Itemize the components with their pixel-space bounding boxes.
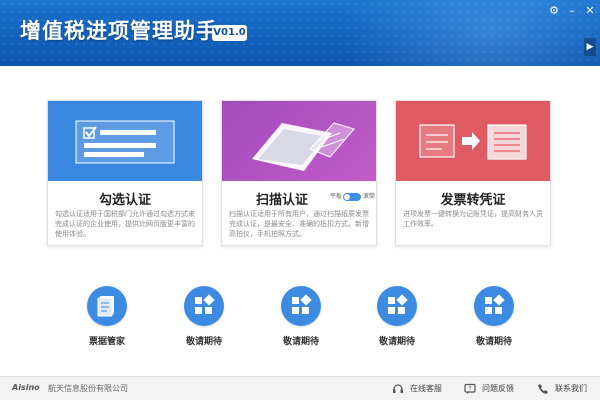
expand-arrow-icon[interactable]: ▶ bbox=[584, 38, 596, 56]
company-logo: Aisino bbox=[12, 383, 40, 392]
toggle-right-label: 滚筒 bbox=[363, 193, 376, 200]
app-title: 增值税进项管理助手 bbox=[20, 19, 218, 43]
apps-icon bbox=[377, 286, 417, 326]
card-banner bbox=[396, 101, 550, 181]
toggle-left-label: 平板 bbox=[330, 193, 343, 200]
toggle-knob bbox=[344, 194, 350, 200]
card-invoice-to-voucher[interactable]: 发票转凭证 进项发票一键转换为记账凭证，提高财务人员工作效率。 bbox=[395, 100, 551, 246]
card-description: 扫描认证适用于所有用户，通过扫描纸质发票完成认证，是最安全、准确的抵扣方式。新增… bbox=[229, 210, 369, 238]
apps-icon bbox=[184, 286, 224, 326]
link-label: 问题反馈 bbox=[482, 384, 514, 393]
company-name: 航天信息股份有限公司 bbox=[48, 384, 128, 393]
scanner-icon bbox=[252, 122, 355, 171]
link-label: 联系我们 bbox=[555, 384, 587, 393]
minimize-icon[interactable]: – bbox=[566, 5, 578, 17]
invoice-to-voucher-icon bbox=[419, 124, 527, 160]
link-label: 在线客服 bbox=[410, 384, 442, 393]
feature-coming-soon[interactable]: 敬请期待 bbox=[271, 286, 331, 348]
card-banner bbox=[222, 101, 376, 181]
card-description: 进项发票一键转换为记账凭证，提高财务人员工作效率。 bbox=[403, 210, 543, 228]
card-banner bbox=[48, 101, 202, 181]
feature-coming-soon[interactable]: 敬请期待 bbox=[174, 286, 234, 348]
feature-label: 敬请期待 bbox=[378, 337, 415, 347]
card-title: 扫描认证 bbox=[255, 193, 308, 208]
feature-ticket-manager[interactable]: 票据管家 bbox=[77, 286, 137, 348]
apps-icon bbox=[474, 286, 514, 326]
feature-label: 敬请期待 bbox=[282, 337, 319, 347]
card-description: 勾选认证适用于国税部门允许通过勾选方式来完成认证的企业使用，提供比网页版更丰富的… bbox=[55, 210, 195, 238]
feature-label: 票据管家 bbox=[88, 337, 125, 347]
feature-coming-soon[interactable]: 敬请期待 bbox=[367, 286, 427, 348]
card-scan-certification[interactable]: 扫描认证 平板 滚筒 扫描认证适用于所有用户，通过扫描纸质发票完成认证，是最安全… bbox=[221, 100, 377, 246]
card-title: 勾选认证 bbox=[98, 193, 151, 208]
headset-icon bbox=[393, 384, 403, 393]
toggle-switch[interactable] bbox=[343, 193, 361, 201]
scan-mode-toggle[interactable]: 平板 滚筒 bbox=[330, 192, 378, 202]
close-icon[interactable]: ✕ bbox=[584, 5, 596, 17]
card-title: 发票转凭证 bbox=[440, 193, 506, 208]
settings-icon[interactable]: ⚙ bbox=[548, 5, 560, 17]
header-glow bbox=[340, 0, 600, 66]
apps-icon bbox=[281, 286, 321, 326]
svg-text:?: ? bbox=[468, 386, 471, 393]
contact-us-link[interactable]: 联系我们 bbox=[537, 381, 597, 397]
ticket-manager-icon bbox=[87, 286, 127, 326]
feature-coming-soon[interactable]: 敬请期待 bbox=[464, 286, 524, 348]
footer: Aisino 航天信息股份有限公司 在线客服 ? 问题反馈 联系我们 bbox=[0, 376, 600, 400]
checklist-icon bbox=[75, 120, 175, 164]
version-badge: V01.0 bbox=[212, 25, 247, 41]
feature-label: 敬请期待 bbox=[185, 337, 222, 347]
card-checkbox-certification[interactable]: 勾选认证 勾选认证适用于国税部门允许通过勾选方式来完成认证的企业使用，提供比网页… bbox=[47, 100, 203, 246]
feedback-link[interactable]: ? 问题反馈 bbox=[464, 381, 524, 397]
feature-label: 敬请期待 bbox=[475, 337, 512, 347]
app-header: 增值税进项管理助手 V01.0 ⚙ – ✕ ▶ bbox=[0, 0, 600, 66]
feedback-icon: ? bbox=[464, 383, 476, 394]
online-service-link[interactable]: 在线客服 bbox=[392, 381, 452, 397]
phone-icon bbox=[538, 384, 548, 394]
